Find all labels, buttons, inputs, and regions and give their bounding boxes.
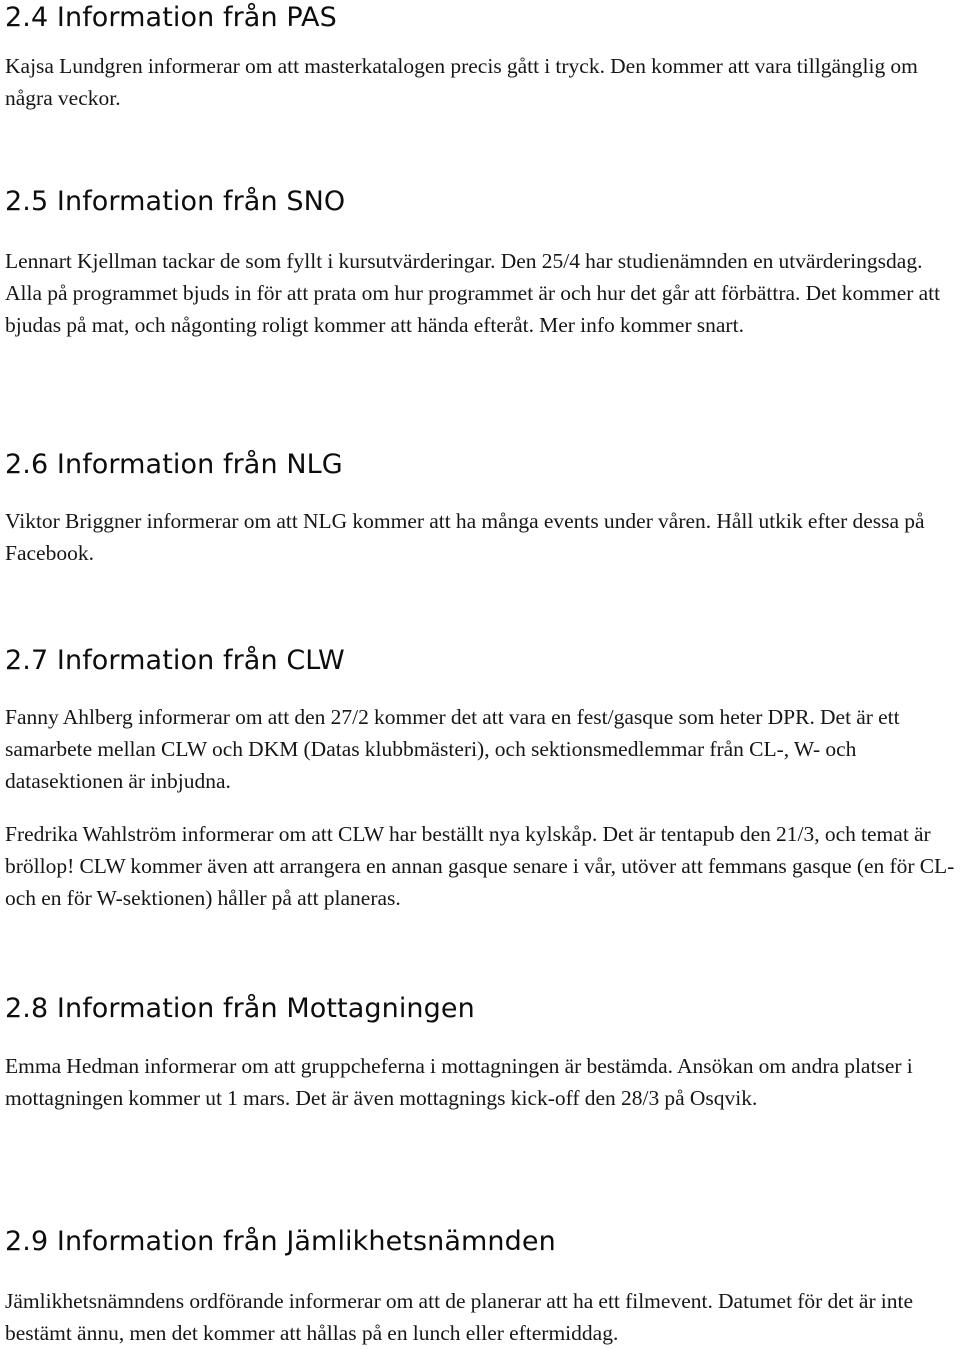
section-paragraph-2-9: Jämlikhetsnämndens ordförande informerar…: [5, 1289, 914, 1345]
section-heading-2-8: 2.8 Information från Mottagningen: [5, 993, 475, 1024]
section-paragraph-2-7-first: Fanny Ahlberg informerar om att den 27/2…: [5, 705, 900, 793]
section-heading-2-7: 2.7 Information från CLW: [5, 645, 345, 676]
section-paragraph-2-6: Viktor Briggner informerar om att NLG ko…: [5, 509, 925, 565]
section-heading-2-5: 2.5 Information från SNO: [5, 186, 346, 217]
document-page: 2.4 Information från PAS Kajsa Lundgren …: [0, 0, 960, 1345]
section-paragraph-2-5: Lennart Kjellman tackar de som fyllt i k…: [5, 249, 941, 337]
section-paragraph-2-4: Kajsa Lundgren informerar om att masterk…: [5, 54, 918, 110]
section-paragraph-2-8: Emma Hedman informerar om att gruppchefe…: [5, 1054, 913, 1110]
section-paragraph-2-7-second: Fredrika Wahlström informerar om att CLW…: [5, 822, 955, 910]
section-heading-2-4: 2.4 Information från PAS: [5, 2, 337, 33]
section-heading-2-9: 2.9 Information från Jämlikhetsnämnden: [5, 1226, 556, 1257]
section-heading-2-6: 2.6 Information från NLG: [5, 449, 343, 480]
